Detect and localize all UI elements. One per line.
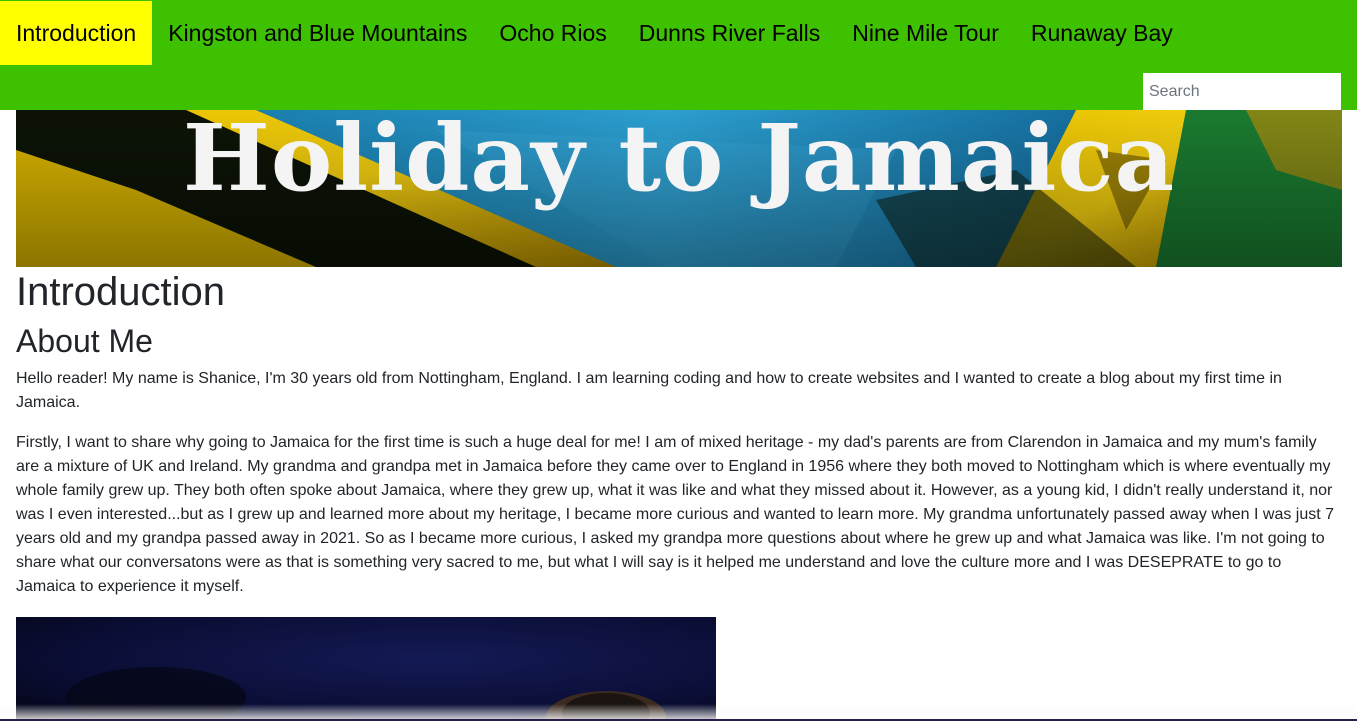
nav-item-ocho-rios[interactable]: Ocho Rios <box>483 1 622 65</box>
hero-banner: Holiday to Jamaica <box>16 110 1342 267</box>
nav-list: Introduction Kingston and Blue Mountains… <box>0 1 1189 65</box>
blog-photo <box>16 617 716 721</box>
hero-title: Holiday to Jamaica <box>182 110 1176 212</box>
page-title: Introduction <box>16 270 226 314</box>
main-content: Introduction About Me Hello reader! My n… <box>16 268 1342 615</box>
nav-item-kingston-blue-mountains[interactable]: Kingston and Blue Mountains <box>152 1 483 65</box>
nav-item-nine-mile-tour[interactable]: Nine Mile Tour <box>836 1 1015 65</box>
nav-item-runaway-bay[interactable]: Runaway Bay <box>1015 1 1189 65</box>
navbar: Introduction Kingston and Blue Mountains… <box>0 0 1357 110</box>
heritage-paragraph: Firstly, I want to share why going to Ja… <box>16 434 1335 595</box>
intro-paragraph: Hello reader! My name is Shanice, I'm 30… <box>16 370 1282 411</box>
nav-item-dunns-river-falls[interactable]: Dunns River Falls <box>623 1 837 65</box>
nav-item-introduction[interactable]: Introduction <box>0 1 153 65</box>
blog-photo-image <box>16 617 716 721</box>
section-title-about-me: About Me <box>16 323 153 359</box>
search-input[interactable] <box>1143 73 1341 110</box>
